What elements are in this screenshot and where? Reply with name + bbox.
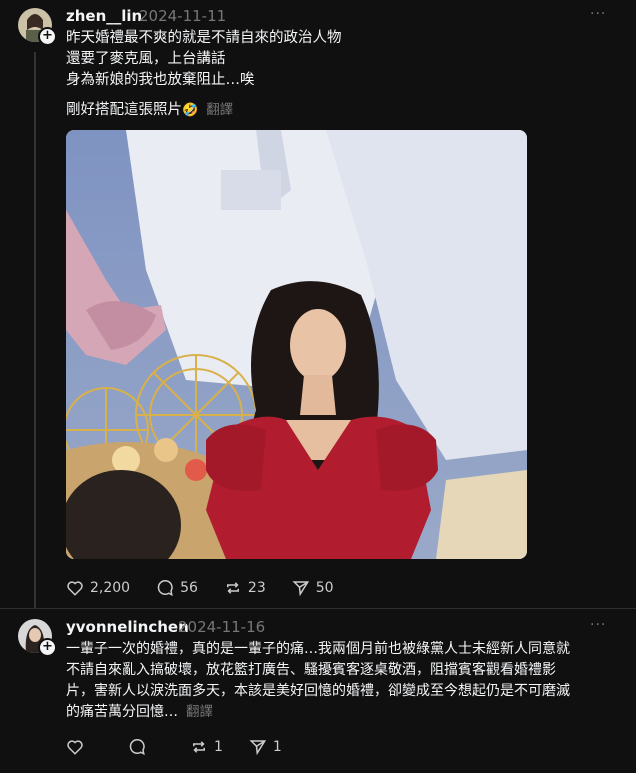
translate-link[interactable]: 翻譯	[206, 102, 233, 118]
repost-button[interactable]: 23	[224, 579, 266, 597]
post-2: + yvonnelinchen 2024-11-16 ··· 一輩子一次的婚禮，…	[0, 609, 636, 773]
repost-count: 1	[214, 739, 223, 755]
send-icon	[249, 740, 267, 756]
post-2-body: 一輩子一次的婚禮，真的是一輩子的痛…我兩個月前也被綠黨人士未經新人同意就 不請自…	[66, 639, 626, 723]
share-button[interactable]: 1	[249, 738, 282, 756]
post-1-timestamp[interactable]: 2024-11-11	[139, 7, 226, 25]
follow-plus-icon[interactable]: +	[38, 638, 57, 657]
heart-icon	[67, 740, 83, 755]
post-2-line-2: 不請自來亂入搞破壞，放花籃打廣告、騷擾賓客逐桌敬酒，阻擋賓客觀看婚禮影	[66, 662, 556, 678]
comment-button[interactable]	[128, 738, 152, 756]
post-1-line-3: 身為新娘的我也放棄阻止…唉	[66, 72, 255, 88]
more-options-icon[interactable]: ···	[590, 6, 606, 22]
repost-button[interactable]: 1	[190, 738, 223, 756]
caption-text: 剛好搭配這張照片	[66, 102, 182, 118]
post-1-line-2: 還要了麥克風，上台講話	[66, 51, 226, 67]
post-1-photo[interactable]	[66, 130, 527, 559]
like-button[interactable]	[66, 738, 90, 756]
comment-icon	[157, 579, 173, 597]
share-button[interactable]: 50	[292, 579, 334, 597]
more-options-icon[interactable]: ···	[590, 617, 606, 633]
comment-count: 56	[180, 580, 198, 596]
heart-icon	[67, 581, 83, 596]
repost-icon	[226, 582, 239, 594]
translate-link[interactable]: 翻譯	[186, 704, 213, 720]
comment-button[interactable]: 56	[156, 579, 198, 597]
post-1: + zhen__lin 2024-11-11 ··· 昨天婚禮最不爽的就是不請自…	[0, 0, 636, 608]
post-1-line-1: 昨天婚禮最不爽的就是不請自來的政治人物	[66, 30, 342, 46]
repost-icon	[193, 741, 205, 753]
like-button[interactable]: 2,200	[66, 579, 130, 597]
comment-icon	[129, 738, 145, 756]
post-1-caption: 剛好搭配這張照片🤣 翻譯	[66, 100, 233, 121]
post-2-line-3: 片，害新人以淚洗面多天，本該是美好回憶的婚禮，卻變成至今想起仍是不可磨滅	[66, 683, 570, 699]
post-1-actions: 2,200 56 23 50	[66, 579, 360, 597]
rofl-emoji-icon: 🤣	[182, 103, 199, 118]
post-2-line-4: 的痛苦萬分回憶…	[66, 704, 178, 720]
follow-plus-icon[interactable]: +	[38, 27, 57, 46]
like-count: 2,200	[90, 580, 131, 596]
post-2-line-1: 一輩子一次的婚禮，真的是一輩子的痛…我兩個月前也被綠黨人士未經新人同意就	[66, 641, 570, 657]
share-count: 50	[315, 580, 334, 596]
post-1-username[interactable]: zhen__lin	[66, 7, 142, 25]
post-1-body: 昨天婚禮最不爽的就是不請自來的政治人物 還要了麥克風，上台講話 身為新娘的我也放…	[66, 28, 342, 91]
post-2-actions: 1 1	[66, 738, 308, 756]
send-icon	[292, 581, 309, 597]
thread-line	[34, 52, 36, 608]
post-2-username[interactable]: yvonnelinchen	[66, 618, 189, 636]
post-2-timestamp[interactable]: 2024-11-16	[178, 618, 265, 636]
repost-count: 23	[247, 580, 266, 596]
share-count: 1	[272, 739, 282, 755]
